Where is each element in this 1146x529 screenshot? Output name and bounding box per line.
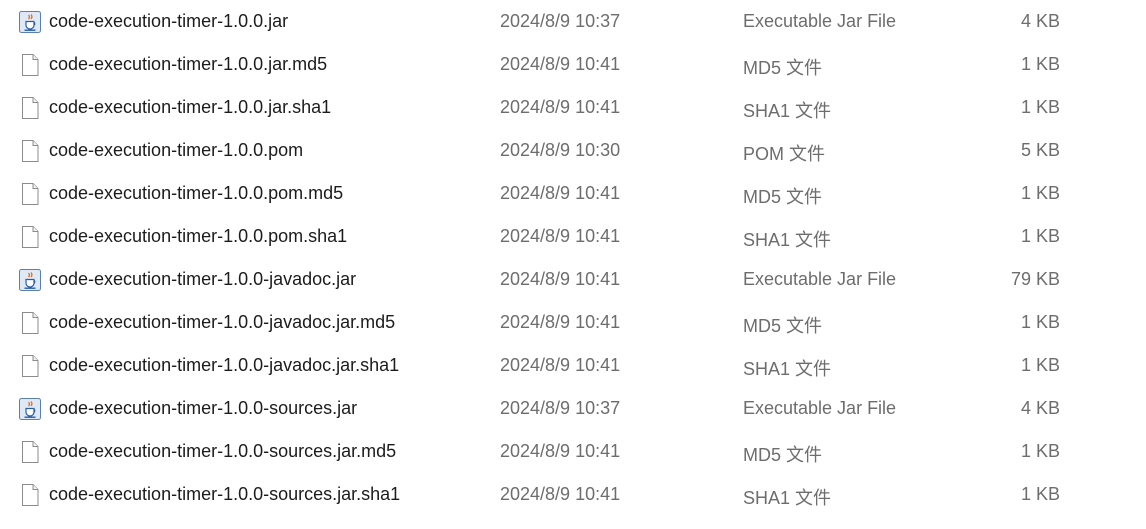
file-row[interactable]: code-execution-timer-1.0.0-javadoc.jar 2… [0, 258, 1146, 301]
file-type: Executable Jar File [743, 269, 897, 289]
file-row[interactable]: code-execution-timer-1.0.0-sources.jar 2… [0, 387, 1146, 430]
file-name: code-execution-timer-1.0.0.pom.sha1 [49, 226, 348, 246]
file-row[interactable]: code-execution-timer-1.0.0-sources.jar.m… [0, 430, 1146, 473]
file-name: code-execution-timer-1.0.0.jar [49, 11, 289, 31]
file-type: POM 文件 [743, 144, 826, 164]
file-icon [18, 311, 42, 335]
file-name: code-execution-timer-1.0.0.pom.md5 [49, 183, 344, 203]
file-modified-date: 2024/8/9 10:41 [500, 441, 621, 461]
file-size: 4 KB [1020, 398, 1060, 418]
file-type: MD5 文件 [743, 58, 823, 78]
file-type: SHA1 文件 [743, 101, 832, 121]
file-size: 1 KB [1020, 226, 1060, 246]
file-size: 1 KB [1020, 54, 1060, 74]
file-row[interactable]: code-execution-timer-1.0.0.jar.sha1 2024… [0, 86, 1146, 129]
file-icon [18, 225, 42, 249]
file-size: 1 KB [1020, 97, 1060, 117]
file-size: 1 KB [1020, 183, 1060, 203]
file-name: code-execution-timer-1.0.0-javadoc.jar [49, 269, 357, 289]
file-icon [18, 96, 42, 120]
file-row[interactable]: code-execution-timer-1.0.0.jar.md5 2024/… [0, 43, 1146, 86]
file-modified-date: 2024/8/9 10:41 [500, 97, 621, 117]
file-icon [18, 53, 42, 77]
file-row[interactable]: code-execution-timer-1.0.0-javadoc.jar.s… [0, 344, 1146, 387]
file-icon [18, 139, 42, 163]
file-row[interactable]: code-execution-timer-1.0.0.pom 2024/8/9 … [0, 129, 1146, 172]
file-size: 1 KB [1020, 484, 1060, 504]
file-size: 1 KB [1020, 312, 1060, 332]
file-modified-date: 2024/8/9 10:37 [500, 398, 621, 418]
file-modified-date: 2024/8/9 10:41 [500, 312, 621, 332]
file-icon [18, 440, 42, 464]
file-name: code-execution-timer-1.0.0.pom [49, 140, 304, 160]
file-name: code-execution-timer-1.0.0.jar.md5 [49, 54, 328, 74]
file-modified-date: 2024/8/9 10:41 [500, 183, 621, 203]
file-row[interactable]: code-execution-timer-1.0.0.pom.md5 2024/… [0, 172, 1146, 215]
file-icon [18, 182, 42, 206]
file-type: Executable Jar File [743, 398, 897, 418]
jar-icon [18, 397, 42, 421]
file-type: MD5 文件 [743, 187, 823, 207]
file-modified-date: 2024/8/9 10:37 [500, 11, 621, 31]
file-size: 4 KB [1020, 11, 1060, 31]
file-modified-date: 2024/8/9 10:41 [500, 226, 621, 246]
file-type: Executable Jar File [743, 11, 897, 31]
file-row[interactable]: code-execution-timer-1.0.0.jar 2024/8/9 … [0, 0, 1146, 43]
file-type: SHA1 文件 [743, 359, 832, 379]
file-type: MD5 文件 [743, 316, 823, 336]
file-size: 1 KB [1020, 441, 1060, 461]
file-row[interactable]: code-execution-timer-1.0.0-javadoc.jar.m… [0, 301, 1146, 344]
file-name: code-execution-timer-1.0.0-sources.jar.m… [49, 441, 397, 461]
file-modified-date: 2024/8/9 10:41 [500, 269, 621, 289]
file-icon [18, 354, 42, 378]
file-size: 5 KB [1020, 140, 1060, 160]
file-name: code-execution-timer-1.0.0-javadoc.jar.s… [49, 355, 400, 375]
file-modified-date: 2024/8/9 10:30 [500, 140, 621, 160]
file-name: code-execution-timer-1.0.0.jar.sha1 [49, 97, 332, 117]
file-size: 1 KB [1020, 355, 1060, 375]
file-name: code-execution-timer-1.0.0-javadoc.jar.m… [49, 312, 396, 332]
file-type: SHA1 文件 [743, 488, 832, 508]
file-type: SHA1 文件 [743, 230, 832, 250]
file-modified-date: 2024/8/9 10:41 [500, 484, 621, 504]
file-list: code-execution-timer-1.0.0.jar 2024/8/9 … [0, 0, 1146, 529]
file-icon [18, 483, 42, 507]
jar-icon [18, 10, 42, 34]
file-size: 79 KB [1010, 269, 1060, 289]
file-name: code-execution-timer-1.0.0-sources.jar.s… [49, 484, 401, 504]
file-row[interactable]: code-execution-timer-1.0.0-sources.jar.s… [0, 473, 1146, 516]
file-type: MD5 文件 [743, 445, 823, 465]
file-name: code-execution-timer-1.0.0-sources.jar [49, 398, 358, 418]
jar-icon [18, 268, 42, 292]
file-modified-date: 2024/8/9 10:41 [500, 54, 621, 74]
file-modified-date: 2024/8/9 10:41 [500, 355, 621, 375]
file-row[interactable]: code-execution-timer-1.0.0.pom.sha1 2024… [0, 215, 1146, 258]
